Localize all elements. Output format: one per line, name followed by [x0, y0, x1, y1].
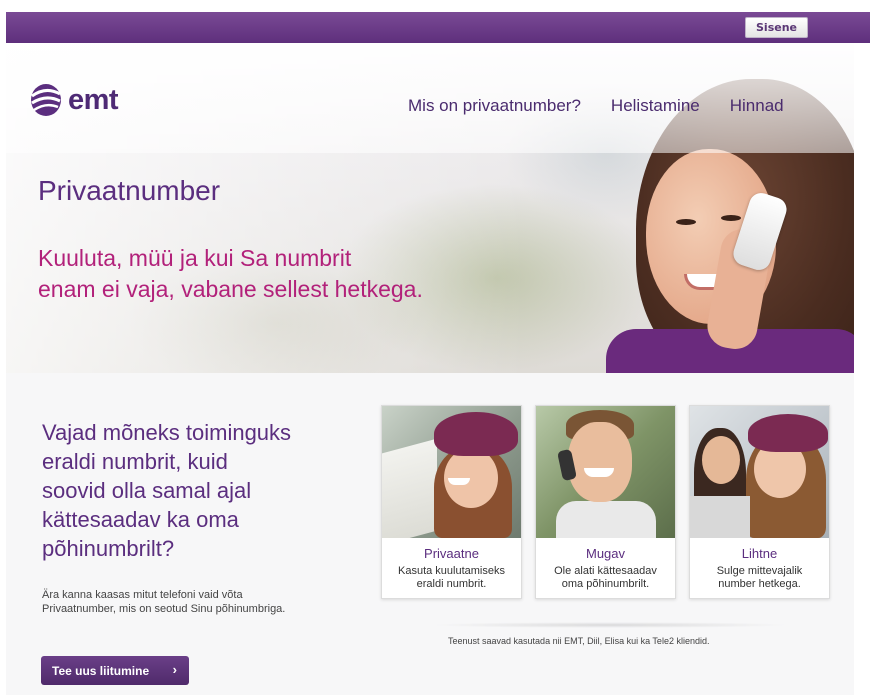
- join-button[interactable]: Tee uus liitumine ›: [41, 656, 189, 685]
- card-desc-line: oma põhinumbrilt.: [561, 578, 650, 590]
- hero-tagline: Kuuluta, müü ja kui Sa numbrit enam ei v…: [38, 243, 558, 305]
- top-bar: Sisene: [6, 12, 870, 43]
- card-desc-line: Sulge mittevajalik: [716, 565, 803, 577]
- operators-note: Teenust saavad kasutada nii EMT, Diil, E…: [448, 636, 710, 646]
- nav-item-helistamine[interactable]: Helistamine: [611, 96, 700, 116]
- intro-question: Vajad mõneks toiminguks eraldi numbrit, …: [42, 418, 372, 563]
- card-title: Privaatne: [424, 546, 479, 561]
- description-line: Privaatnumber, mis on seotud Sinu põhinu…: [42, 603, 286, 615]
- card-title: Lihtne: [741, 546, 778, 561]
- emt-logo-icon: [31, 84, 61, 116]
- nav-item-privaatnumber[interactable]: Mis on privaatnumber?: [408, 96, 581, 116]
- feature-card-mugav[interactable]: Mugav Ole alati kättesaadav oma põhinumb…: [535, 405, 676, 599]
- card-description: Ole alati kättesaadav oma põhinumbrilt.: [536, 565, 675, 591]
- feature-card-privaatne[interactable]: Privaatne Kasuta kuulutamiseks eraldi nu…: [381, 405, 522, 599]
- page-title: Privaatnumber: [38, 175, 221, 206]
- card-desc-line: Kasuta kuulutamiseks: [398, 565, 505, 577]
- tagline-line: enam ei vaja, vabane sellest hetkega.: [38, 276, 423, 302]
- card-photo-woman-with-map: [382, 406, 521, 538]
- logo-text: emt: [68, 83, 119, 116]
- join-button-label: Tee uus liitumine: [52, 663, 150, 678]
- card-photo-man-on-phone: [536, 406, 675, 538]
- divider-shadow: [430, 622, 790, 628]
- intro-line: Vajad mõneks toiminguks: [42, 420, 292, 445]
- main-nav: Mis on privaatnumber? Helistamine Hinnad: [408, 96, 784, 116]
- intro-description: Ära kanna kaasas mitut telefoni vaid võt…: [42, 588, 372, 616]
- card-desc-line: number hetkega.: [718, 578, 801, 590]
- signin-button[interactable]: Sisene: [745, 17, 808, 38]
- emt-logo[interactable]: emt: [30, 82, 119, 118]
- card-description: Kasuta kuulutamiseks eraldi numbrit.: [382, 565, 521, 591]
- hero-banner: [6, 43, 854, 373]
- description-line: Ära kanna kaasas mitut telefoni vaid võt…: [42, 589, 243, 601]
- card-photo-two-women: [690, 406, 829, 538]
- intro-line: põhinumbrilt?: [42, 536, 175, 561]
- nav-item-hinnad[interactable]: Hinnad: [730, 96, 784, 116]
- chevron-right-icon: ›: [172, 662, 177, 677]
- intro-line: soovid olla samal ajal: [42, 478, 252, 503]
- feature-card-lihtne[interactable]: Lihtne Sulge mittevajalik number hetkega…: [689, 405, 830, 599]
- card-description: Sulge mittevajalik number hetkega.: [690, 565, 829, 591]
- card-desc-line: eraldi numbrit.: [416, 578, 487, 590]
- card-desc-line: Ole alati kättesaadav: [554, 565, 657, 577]
- intro-line: eraldi numbrit, kuid: [42, 449, 228, 474]
- tagline-line: Kuuluta, müü ja kui Sa numbrit: [38, 245, 352, 271]
- intro-line: kättesaadav ka oma: [42, 507, 239, 532]
- card-title: Mugav: [585, 546, 626, 561]
